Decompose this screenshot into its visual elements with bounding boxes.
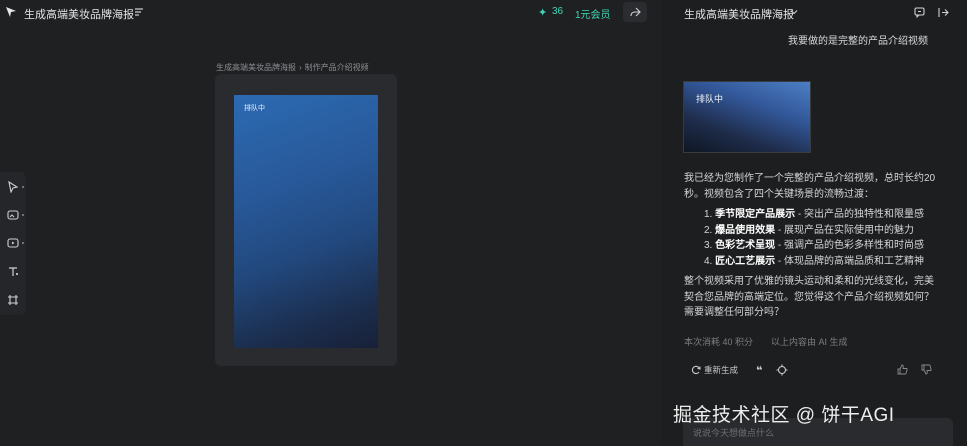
video-result-card[interactable]: 排队中 (683, 81, 811, 153)
list-item-title: 匠心工艺展示 (715, 255, 776, 267)
list-item: 2. 爆品使用效果 - 展现产品在实际使用中的魅力 (704, 223, 939, 239)
top-bar: 生成高端美妆品牌海报 ✦ 36 1元会员 (0, 0, 661, 26)
user-message: 我要做的是完整的产品介绍视频 (788, 36, 928, 47)
list-item-title: 色彩艺术呈现 (715, 240, 776, 251)
list-item: 4. 匠心工艺展示 - 体现品牌的高端品质和工艺精神 (704, 254, 939, 270)
queue-status-label: 排队中 (244, 105, 265, 112)
ai-disclaimer: 以上内容由 AI 生成 (771, 337, 848, 347)
collapse-panel-icon[interactable] (938, 7, 949, 18)
chat-input-placeholder: 说说今天想做点什么 (693, 428, 775, 438)
video-gen-tool[interactable] (6, 236, 24, 250)
breadcrumb: 生成高端美妆品牌海报 › 制作产品介绍视频 (216, 62, 369, 73)
chevron-down-icon[interactable] (790, 8, 798, 16)
chat-title[interactable]: 生成高端美妆品牌海报 (684, 6, 794, 22)
reply-summary: 整个视频采用了优雅的镜头运动和柔和的光线变化，完美契合您品牌的高端定位。您觉得这… (684, 276, 934, 318)
list-item: 1. 季节限定产品展示 - 突出产品的独特性和限量感 (704, 207, 939, 223)
list-item-title: 爆品使用效果 (715, 224, 776, 236)
regenerate-label: 重新生成 (704, 365, 739, 375)
video-gen-icon (7, 238, 19, 248)
quote-button[interactable]: ❝ (756, 364, 762, 377)
credit-cost: 本次消耗 40 积分 (684, 337, 754, 347)
list-item-desc: - 体现品牌的高端品质和工艺精神 (775, 255, 925, 267)
refresh-icon (691, 365, 701, 375)
comment-icon[interactable] (914, 7, 925, 18)
reply-actions: 重新生成 ❝ (691, 362, 788, 378)
reply-intro: 我已经为您制作了一个完整的产品介绍视频，总时长约20秒。视频包含了四个关键场景的… (684, 173, 936, 200)
reply-list: 1. 季节限定产品展示 - 突出产品的独特性和限量感 2. 爆品使用效果 - 展… (704, 207, 939, 269)
thumbs-down-icon[interactable] (921, 364, 932, 375)
list-item-desc: - 突出产品的独特性和限量感 (795, 209, 925, 220)
image-gen-tool[interactable] (6, 208, 24, 222)
list-number: 4. (704, 255, 713, 267)
cursor-tool[interactable] (6, 180, 24, 194)
share-icon (629, 7, 641, 16)
cursor-icon (8, 181, 19, 193)
tool-rail (0, 172, 26, 315)
frame-tool[interactable] (6, 293, 20, 307)
chat-pane: 生成高端美妆品牌海报 我要做的是完整的产品介绍视频 排队中 我已经为您制作了一个… (661, 0, 967, 446)
tool-dot (22, 214, 24, 216)
reply-meta: 本次消耗 40 积分 以上内容由 AI 生成 (684, 335, 848, 348)
assistant-reply: 我已经为您制作了一个完整的产品介绍视频，总时长约20秒。视频包含了四个关键场景的… (684, 171, 939, 321)
project-title[interactable]: 生成高端美妆品牌海报 (24, 6, 134, 22)
list-number: 3. (704, 240, 713, 251)
breadcrumb-item-project[interactable]: 生成高端美妆品牌海报 (216, 63, 296, 72)
frame-tool-icon (8, 295, 18, 305)
credit-count: 36 (552, 6, 564, 17)
text-tool-icon (9, 267, 18, 276)
regenerate-button[interactable]: 重新生成 (691, 364, 738, 376)
queue-status-label: 排队中 (696, 94, 724, 104)
member-upgrade-link[interactable]: 1元会员 (575, 6, 611, 21)
sparkle-icon: ✦ (538, 7, 548, 19)
chat-header: 生成高端美妆品牌海报 (661, 0, 967, 26)
watermark: 掘金技术社区 @ 饼干AGI (673, 405, 895, 426)
canvas-pane: 生成高端美妆品牌海报 ✦ 36 1元会员 生成高端美妆品牌海报 › 制作产品介绍视频… (0, 0, 661, 446)
logo-icon[interactable] (5, 6, 17, 18)
thumbs-up-icon[interactable] (897, 364, 908, 375)
video-preview[interactable]: 排队中 (234, 95, 378, 348)
list-item: 3. 色彩艺术呈现 - 强调产品的色彩多样性和时尚感 (704, 238, 939, 254)
list-item-title: 季节限定产品展示 (715, 209, 796, 220)
target-icon[interactable] (776, 364, 788, 376)
tool-dot (22, 186, 24, 188)
breadcrumb-separator: › (299, 63, 302, 72)
breadcrumb-item-current: 制作产品介绍视频 (304, 63, 369, 72)
list-item-desc: - 强调产品的色彩多样性和时尚感 (775, 240, 925, 251)
list-number: 2. (704, 224, 713, 236)
list-item-desc: - 展现产品在实际使用中的魅力 (775, 224, 915, 236)
text-tool[interactable] (6, 265, 20, 279)
share-button[interactable] (623, 2, 647, 22)
list-number: 1. (704, 209, 713, 220)
menu-icon[interactable] (134, 7, 144, 17)
image-gen-icon (7, 210, 19, 220)
tool-dot (22, 242, 24, 244)
